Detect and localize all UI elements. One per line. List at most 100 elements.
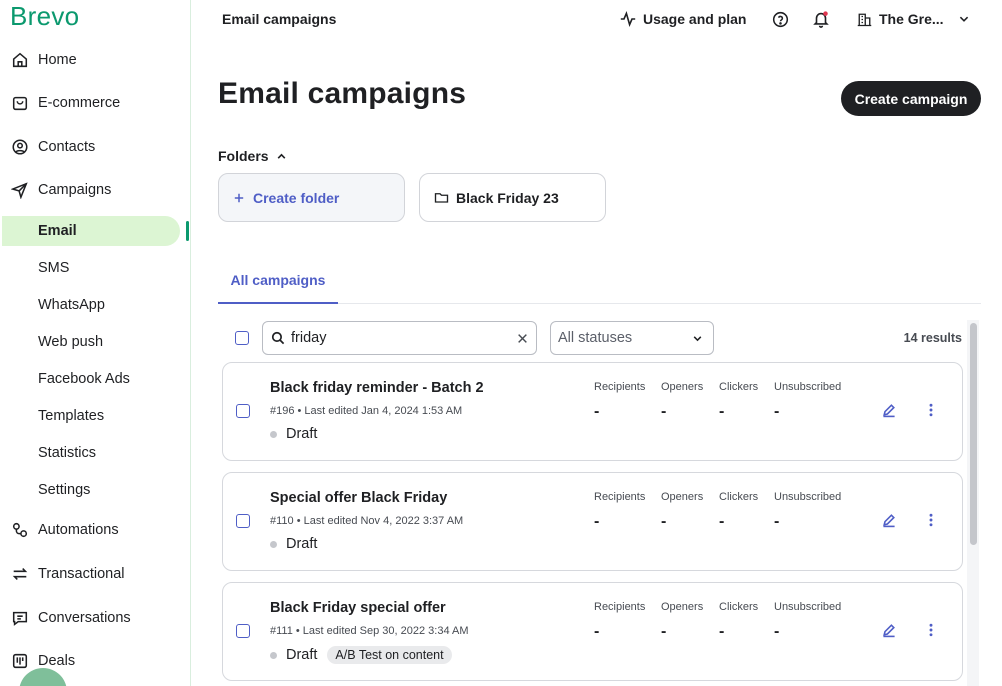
sidebar-item-label: Contacts [38, 139, 96, 155]
search-field[interactable] [262, 321, 537, 355]
contact-icon [11, 138, 29, 156]
edit-icon[interactable] [881, 622, 897, 643]
home-icon [11, 51, 29, 69]
more-options-icon[interactable] [925, 402, 937, 423]
stat-header-openers: Openers [661, 491, 704, 503]
chevron-up-icon [276, 151, 287, 162]
building-icon [857, 12, 872, 27]
stat-header-clickers: Clickers [719, 381, 759, 393]
stat-value-recipients: - [594, 403, 600, 420]
header-title: Email campaigns [222, 11, 337, 27]
campaign-card[interactable]: Black friday reminder - Batch 2 #196 • L… [222, 362, 963, 461]
campaign-name[interactable]: Black Friday special offer [270, 600, 446, 616]
help-button[interactable] [772, 8, 789, 30]
tab-all-campaigns[interactable]: All campaigns [218, 268, 338, 304]
create-campaign-button[interactable]: Create campaign [841, 81, 981, 116]
app-root: Brevo Home E-commerce Contacts Campaigns… [0, 0, 1002, 686]
sidebar-subitem-facebook-ads[interactable]: Facebook Ads [0, 364, 191, 394]
status-label: Draft [286, 647, 318, 663]
search-input[interactable] [291, 330, 501, 346]
sidebar-subitem-web-push[interactable]: Web push [0, 327, 191, 357]
stat-value-clickers: - [719, 513, 725, 530]
sidebar-item-campaigns[interactable]: Campaigns [0, 174, 191, 206]
sidebar-item-label: Deals [38, 653, 76, 669]
folder-card[interactable]: Black Friday 23 [419, 173, 606, 222]
sidebar-subitem-whatsapp[interactable]: WhatsApp [0, 290, 191, 320]
campaign-meta: #111 • Last edited Sep 30, 2022 3:34 AM [270, 625, 469, 637]
stat-header-recipients: Recipients [594, 491, 646, 503]
deals-icon [11, 652, 29, 670]
automation-icon [11, 521, 29, 539]
campaign-meta: #196 • Last edited Jan 4, 2024 1:53 AM [270, 405, 463, 417]
stat-value-recipients: - [594, 623, 600, 640]
sidebar-item-label: E-commerce [38, 95, 121, 111]
folders-toggle[interactable]: Folders [218, 148, 287, 164]
status-dot [270, 651, 277, 659]
sidebar-item-contacts[interactable]: Contacts [0, 131, 191, 163]
sidebar-item-label: Conversations [38, 610, 131, 626]
stat-header-clickers: Clickers [719, 601, 759, 613]
shopping-bag-icon [11, 94, 29, 112]
sidebar-item-label: Campaigns [38, 182, 112, 198]
sidebar-subitem-sms[interactable]: SMS [0, 253, 191, 283]
chevron-down-icon [958, 13, 970, 25]
stat-header-openers: Openers [661, 601, 704, 613]
sidebar-subitem-email[interactable]: Email [2, 216, 180, 246]
sidebar-subitem-settings[interactable]: Settings [0, 475, 191, 505]
sidebar-item-automations[interactable]: Automations [0, 514, 191, 546]
campaign-checkbox[interactable] [236, 404, 250, 418]
stat-header-unsubscribed: Unsubscribed [774, 491, 842, 503]
campaign-checkbox[interactable] [236, 624, 250, 638]
more-options-icon[interactable] [925, 622, 937, 643]
sidebar-item-home[interactable]: Home [0, 44, 191, 76]
stat-header-unsubscribed: Unsubscribed [774, 381, 842, 393]
clear-icon[interactable] [517, 333, 528, 344]
status-filter-select[interactable]: All statuses [550, 321, 714, 355]
active-indicator [186, 221, 189, 241]
sidebar-item-label: Transactional [38, 566, 125, 582]
campaign-name[interactable]: Black friday reminder - Batch 2 [270, 380, 484, 396]
ab-test-badge: A/B Test on content [327, 646, 452, 664]
stat-value-clickers: - [719, 623, 725, 640]
brand-logo[interactable]: Brevo [10, 1, 79, 32]
activity-icon [620, 11, 636, 27]
status-label: Draft [286, 426, 318, 442]
scrollbar-thumb[interactable] [970, 323, 977, 545]
select-all-checkbox[interactable] [235, 331, 249, 345]
campaign-status: Draft A/B Test on content [270, 646, 452, 664]
tab-bar: All campaigns [218, 268, 981, 304]
edit-icon[interactable] [881, 512, 897, 533]
status-dot [270, 430, 277, 438]
account-menu[interactable]: The Gre... [857, 8, 970, 30]
chevron-down-icon [692, 333, 703, 344]
campaign-card[interactable]: Special offer Black Friday #110 • Last e… [222, 472, 963, 571]
campaign-checkbox[interactable] [236, 514, 250, 528]
transactional-icon [11, 565, 29, 583]
help-circle-icon [772, 11, 789, 28]
usage-plan-link[interactable]: Usage and plan [620, 8, 746, 30]
search-icon [271, 331, 285, 345]
usage-plan-label: Usage and plan [643, 11, 747, 27]
stat-header-openers: Openers [661, 381, 704, 393]
sidebar-item-transactional[interactable]: Transactional [0, 558, 191, 590]
edit-icon[interactable] [881, 402, 897, 423]
stat-value-unsubscribed: - [774, 623, 780, 640]
sidebar-item-conversations[interactable]: Conversations [0, 602, 191, 634]
sidebar-item-label: Automations [38, 522, 119, 538]
more-options-icon[interactable] [925, 512, 937, 533]
folder-name: Black Friday 23 [456, 189, 559, 206]
create-folder-button[interactable]: Create folder [218, 173, 405, 222]
campaign-name[interactable]: Special offer Black Friday [270, 490, 447, 506]
sidebar-item-ecommerce[interactable]: E-commerce [0, 87, 191, 119]
sidebar-subitem-templates[interactable]: Templates [0, 401, 191, 431]
stat-value-openers: - [661, 403, 667, 420]
campaign-card[interactable]: Black Friday special offer #111 • Last e… [222, 582, 963, 681]
results-count: 14 results [903, 331, 962, 345]
stat-value-openers: - [661, 513, 667, 530]
sidebar-subitem-statistics[interactable]: Statistics [0, 438, 191, 468]
send-icon [11, 181, 29, 199]
folder-icon [434, 190, 449, 205]
stat-value-unsubscribed: - [774, 403, 780, 420]
notifications-button[interactable] [812, 8, 830, 30]
plus-icon [233, 192, 245, 204]
